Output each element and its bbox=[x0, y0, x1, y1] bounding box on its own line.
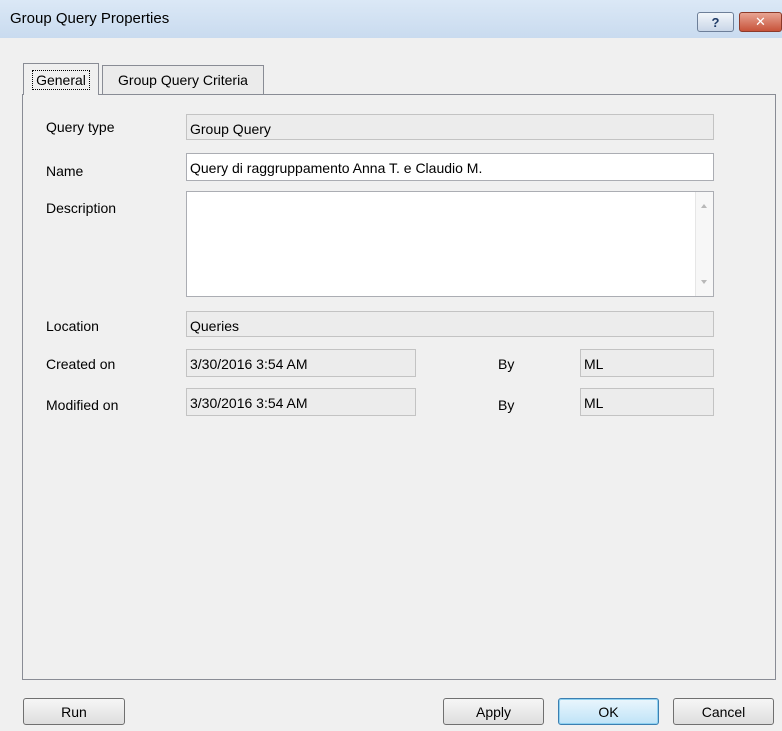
general-tab-panel bbox=[22, 94, 776, 680]
created-by-field: ML bbox=[580, 349, 714, 377]
location-field: Queries bbox=[186, 311, 714, 337]
tab-general[interactable]: General bbox=[23, 63, 99, 95]
tab-group-query-criteria[interactable]: Group Query Criteria bbox=[102, 65, 264, 94]
scroll-down-icon[interactable] bbox=[701, 280, 707, 284]
help-icon: ? bbox=[711, 14, 720, 30]
description-textarea[interactable] bbox=[186, 191, 714, 297]
tab-general-label: General bbox=[32, 69, 90, 90]
close-icon: ✕ bbox=[755, 14, 766, 29]
created-on-field: 3/30/2016 3:54 AM bbox=[186, 349, 416, 377]
query-type-field: Group Query bbox=[186, 114, 714, 140]
tab-criteria-label: Group Query Criteria bbox=[118, 72, 248, 88]
created-by-label: By bbox=[498, 356, 515, 372]
ok-button[interactable]: OK bbox=[558, 698, 659, 725]
window-title: Group Query Properties bbox=[10, 10, 170, 27]
close-button[interactable]: ✕ bbox=[739, 12, 782, 32]
description-scrollbar[interactable] bbox=[695, 192, 713, 296]
scroll-up-icon[interactable] bbox=[701, 204, 707, 208]
modified-on-field: 3/30/2016 3:54 AM bbox=[186, 388, 416, 416]
run-button[interactable]: Run bbox=[23, 698, 125, 725]
location-label: Location bbox=[46, 318, 99, 334]
created-on-label: Created on bbox=[46, 356, 116, 372]
cancel-button[interactable]: Cancel bbox=[673, 698, 774, 725]
name-label: Name bbox=[46, 163, 84, 179]
title-bar: Group Query Properties ? ✕ bbox=[0, 0, 782, 38]
modified-by-field: ML bbox=[580, 388, 714, 416]
name-input[interactable]: Query di raggruppamento Anna T. e Claudi… bbox=[186, 153, 714, 181]
modified-by-label: By bbox=[498, 397, 515, 413]
apply-button[interactable]: Apply bbox=[443, 698, 544, 725]
description-label: Description bbox=[46, 200, 117, 216]
modified-on-label: Modified on bbox=[46, 397, 119, 413]
help-button[interactable]: ? bbox=[697, 12, 734, 32]
query-type-label: Query type bbox=[46, 119, 115, 135]
